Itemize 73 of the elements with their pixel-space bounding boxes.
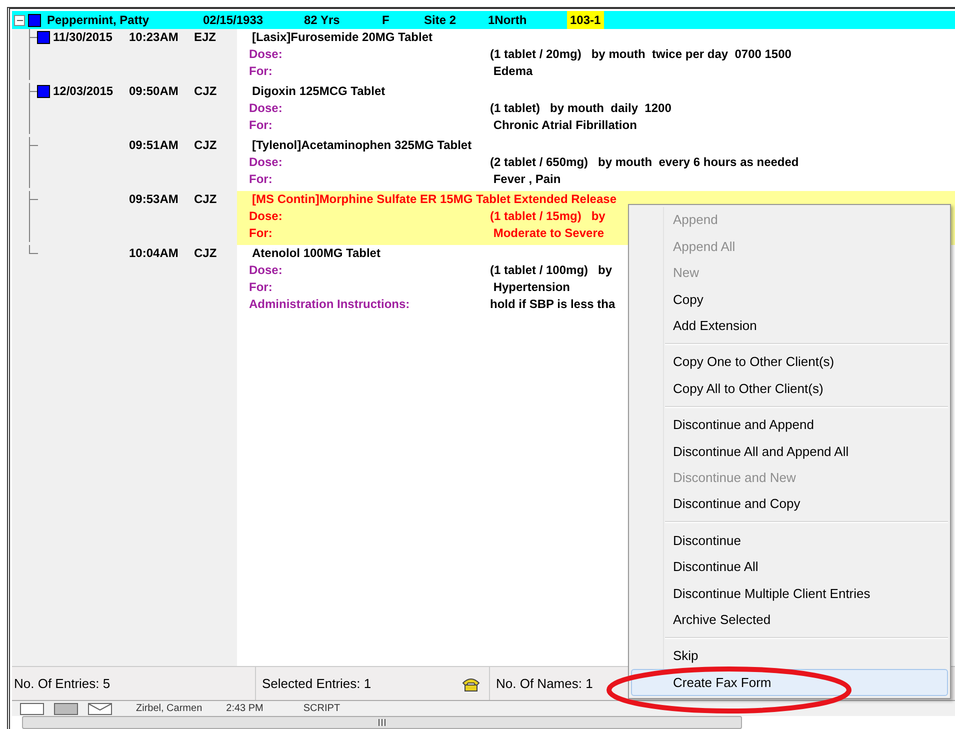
square-icon [28,14,41,26]
field-value: hold if SBP is less tha [490,296,616,313]
field-label: For: [249,117,274,134]
collapse-icon[interactable] [14,14,25,26]
card-icon[interactable] [20,702,44,714]
drug-name: Digoxin 125MCG Tablet [251,83,386,100]
field-value: Hypertension [492,279,570,296]
field-value: Fever , Pain [492,171,561,188]
menu-item[interactable]: Discontinue [631,527,948,554]
field-label: Dose: [249,262,284,279]
field-value: Edema [492,63,533,80]
square-icon [37,31,50,44]
drug-name: Atenolol 100MG Tablet [251,245,380,262]
patient-age: 82 Yrs [304,12,341,29]
field-label: For: [249,225,274,242]
entries-count: No. Of Entries: 5 [13,674,112,693]
drug-name: [MS Contin]Morphine Sulfate ER 15MG Tablet Extended Release [251,191,616,208]
menu-item[interactable]: Archive Selected [631,606,948,633]
entry-time: 09:53AM [129,191,180,208]
grid-icon[interactable] [54,702,78,714]
birth-date: 02/15/1933 [203,12,264,29]
drug-name: [Lasix]Furosemide 20MG Tablet [251,29,432,46]
field-label: Dose: [249,46,284,63]
square-icon [37,85,50,98]
entry-date: 12/03/2015 [53,84,114,98]
field-label: Dose: [249,208,284,225]
patient-site: Site 2 [424,12,458,29]
user-name: Zirbel, Carmen [136,702,202,716]
field-label: For: [249,63,274,80]
clock-time: 2:43 PM [226,702,264,716]
field-value: (1 tablet / 100mg) by [490,262,612,279]
menu-item[interactable]: Discontinue and Append [631,412,948,438]
patient-sex: F [382,12,390,29]
entry-user: CJZ [194,83,217,100]
field-label: Dose: [249,154,284,171]
field-value: (1 tablet) by mouth daily 1200 [490,100,672,117]
module-label: SCRIPT [303,702,340,716]
field-value: Chronic Atrial Fibrillation [492,117,637,134]
room-number: 103-1 [567,11,604,29]
menu-item[interactable]: Discontinue All [631,554,948,580]
field-value: (1 tablet / 20mg) by mouth twice per day 0700 1500 [490,46,792,63]
patient-name: Peppermint, Patty [47,12,150,29]
menu-item[interactable]: Copy [631,286,948,313]
menu-item[interactable]: Copy All to Other Client(s) [631,375,948,402]
entry-time: 10:23AM [129,29,180,46]
entry-time: 10:04AM [129,245,180,262]
mail-icon[interactable] [88,702,112,714]
entry-time: 09:50AM [129,83,180,100]
patient-unit: 1North [488,12,528,29]
grip-icon [378,719,386,726]
entry-user: EJZ [194,29,216,46]
field-value: (2 tablet / 650mg) by mouth every 6 hours as needed [490,154,799,171]
field-label: For: [249,171,274,188]
field-label: Dose: [249,100,284,117]
field-label: Administration Instructions: [249,296,411,313]
entry-date: 11/30/2015 [53,30,112,44]
field-value: Moderate to Severe [492,225,604,242]
field-label: For: [249,279,274,296]
menu-item[interactable]: Copy One to Other Client(s) [631,348,948,376]
drug-name: [Tylenol]Acetaminophen 325MG Tablet [251,137,472,154]
entry-user: CJZ [194,137,217,154]
menu-item[interactable]: Discontinue All and Append All [631,438,948,465]
entry-user: CJZ [194,191,217,208]
patient-header[interactable]: Peppermint, Patty 02/15/1933 82 Yrs F Site 2 1North 103-1 [12,11,955,29]
menu-item[interactable]: Skip [631,642,948,670]
menu-item[interactable]: Discontinue and Copy [631,490,948,518]
horizontal-scrollbar[interactable] [22,716,742,729]
menu-item[interactable]: Discontinue Multiple Client Entries [631,580,948,606]
entry-time: 09:51AM [129,137,180,154]
field-value: (1 tablet / 15mg) by [490,208,606,225]
selected-count: Selected Entries: 1 [261,674,372,693]
names-count: No. Of Names: 1 [495,674,593,693]
entry-user: CJZ [194,245,217,262]
